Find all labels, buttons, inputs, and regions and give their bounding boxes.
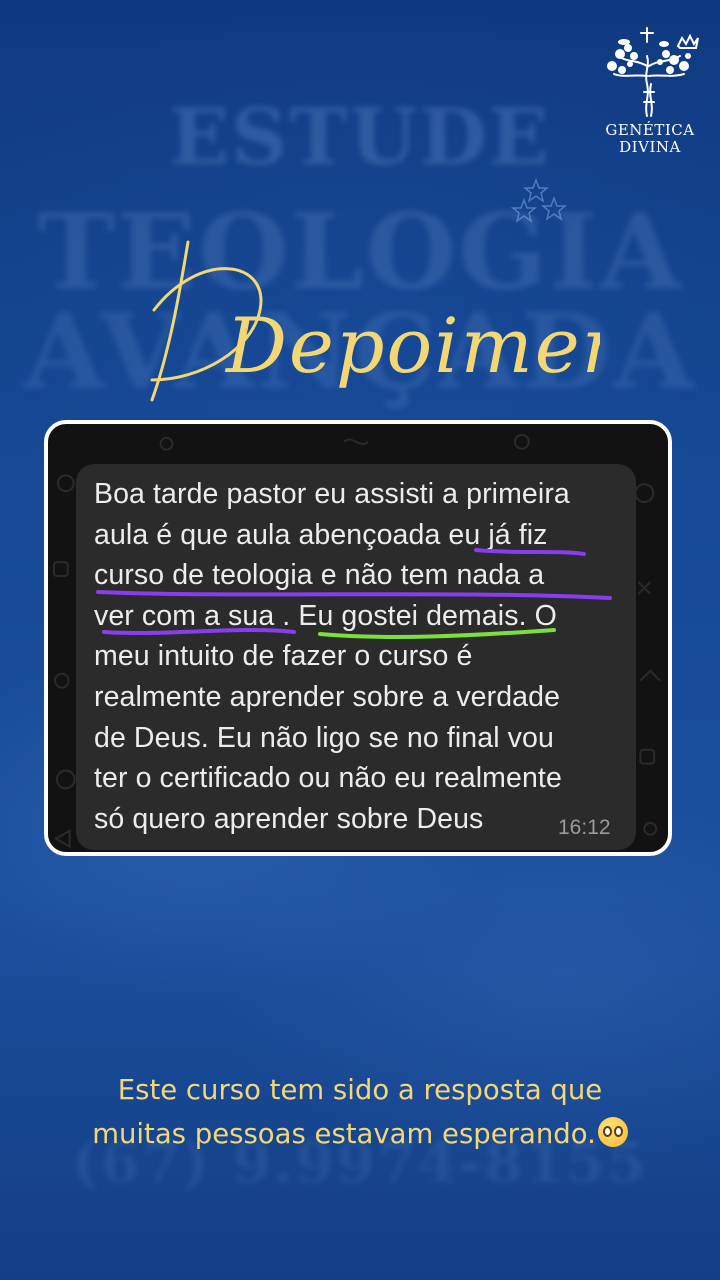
message-line: ter o certificado ou não eu realmente [94, 762, 562, 795]
chat-screenshot: Boa tarde pastor eu assisti a primeira a… [44, 420, 672, 856]
message-line: de Deus. Eu não ligo se no final vou [94, 721, 554, 754]
brand-name-line2: DIVINA [619, 138, 681, 156]
tree-cross-crown-dna-icon [607, 27, 699, 117]
title-text: Depoimento [224, 301, 600, 390]
caption-line2: muitas pessoas estavam esperando. [92, 1118, 596, 1150]
pleading-face-emoji [597, 1117, 628, 1147]
stars-icon [510, 178, 568, 223]
message-line: aula é que aula abençoada eu já fiz [94, 518, 548, 551]
message-line: Boa tarde pastor eu assisti a primeira [94, 478, 570, 510]
message-line: curso de teologia e não tem nada a [94, 559, 545, 592]
message-line: realmente aprender sobre a verdade [94, 680, 561, 713]
caption: Este curso tem sido a resposta que muita… [20, 1068, 700, 1156]
page-title: Depoimento [150, 240, 600, 402]
caption-line1: Este curso tem sido a resposta que [117, 1074, 603, 1106]
message-text: Boa tarde pastor eu assisti a primeira a… [94, 474, 654, 839]
message-line: meu intuito de fazer o curso é [94, 640, 473, 673]
brand-logo: GENÉTICA DIVINA [600, 26, 700, 158]
message-line: ver com a sua . Eu gostei demais. O [94, 599, 557, 632]
brand-name-line1: GENÉTICA [605, 121, 695, 139]
message-timestamp: 16:12 [558, 816, 611, 839]
